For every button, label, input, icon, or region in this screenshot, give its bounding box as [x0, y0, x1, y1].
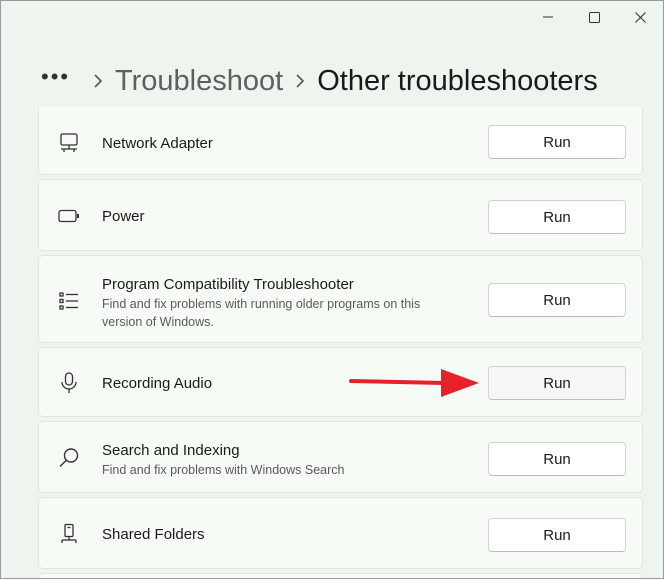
close-button[interactable] — [617, 1, 663, 33]
run-button-search-indexing[interactable]: Run — [488, 442, 626, 476]
item-title: Program Compatibility Troubleshooter — [102, 276, 354, 293]
troubleshooter-item-network-adapter: Network Adapter Run — [38, 107, 643, 175]
list-icon — [57, 289, 81, 313]
minimize-button[interactable] — [525, 1, 571, 33]
item-description: Find and fix problems with running older… — [102, 297, 421, 329]
search-icon — [57, 446, 81, 470]
annotation-arrow — [349, 369, 479, 397]
close-icon — [634, 11, 646, 23]
minimize-icon — [543, 16, 553, 18]
page-title: Other troubleshooters — [317, 64, 598, 97]
item-title: Recording Audio — [102, 375, 213, 392]
troubleshooter-item-recording-audio: Recording Audio Run — [38, 347, 643, 417]
network-adapter-icon — [57, 131, 81, 155]
troubleshooter-item-search-indexing: Search and Indexing Find and fix problem… — [38, 421, 643, 493]
run-button-shared-folders[interactable]: Run — [488, 518, 626, 552]
run-button-power[interactable]: Run — [488, 200, 626, 234]
troubleshooter-item-shared-folders: Shared Folders Run — [38, 497, 643, 569]
run-button-recording-audio[interactable]: Run — [488, 366, 626, 400]
troubleshooter-item-program-compatibility: Program Compatibility Troubleshooter Fin… — [38, 255, 643, 343]
item-title: Search and Indexing — [102, 442, 240, 459]
maximize-icon — [588, 11, 600, 23]
battery-icon — [57, 204, 81, 228]
item-title: Power — [102, 208, 145, 225]
title-bar-controls — [525, 1, 663, 33]
shared-folder-icon — [57, 522, 81, 546]
breadcrumb: ••• Troubleshoot Other troubleshooters — [41, 61, 598, 101]
troubleshooter-item-partial — [38, 573, 643, 578]
breadcrumb-troubleshoot-link[interactable]: Troubleshoot — [115, 65, 283, 98]
maximize-button[interactable] — [571, 1, 617, 33]
troubleshooter-item-power: Power Run — [38, 179, 643, 251]
chevron-right-icon — [289, 73, 311, 89]
item-title: Shared Folders — [102, 526, 205, 543]
chevron-right-icon — [87, 73, 109, 89]
run-button-network-adapter[interactable]: Run — [488, 125, 626, 159]
item-description: Find and fix problems with Windows Searc… — [102, 463, 345, 477]
run-button-program-compatibility[interactable]: Run — [488, 283, 626, 317]
microphone-icon — [57, 371, 81, 395]
settings-window: ••• Troubleshoot Other troubleshooters N… — [0, 0, 664, 579]
more-breadcrumb-button[interactable]: ••• — [41, 66, 81, 88]
item-title: Network Adapter — [102, 135, 213, 152]
